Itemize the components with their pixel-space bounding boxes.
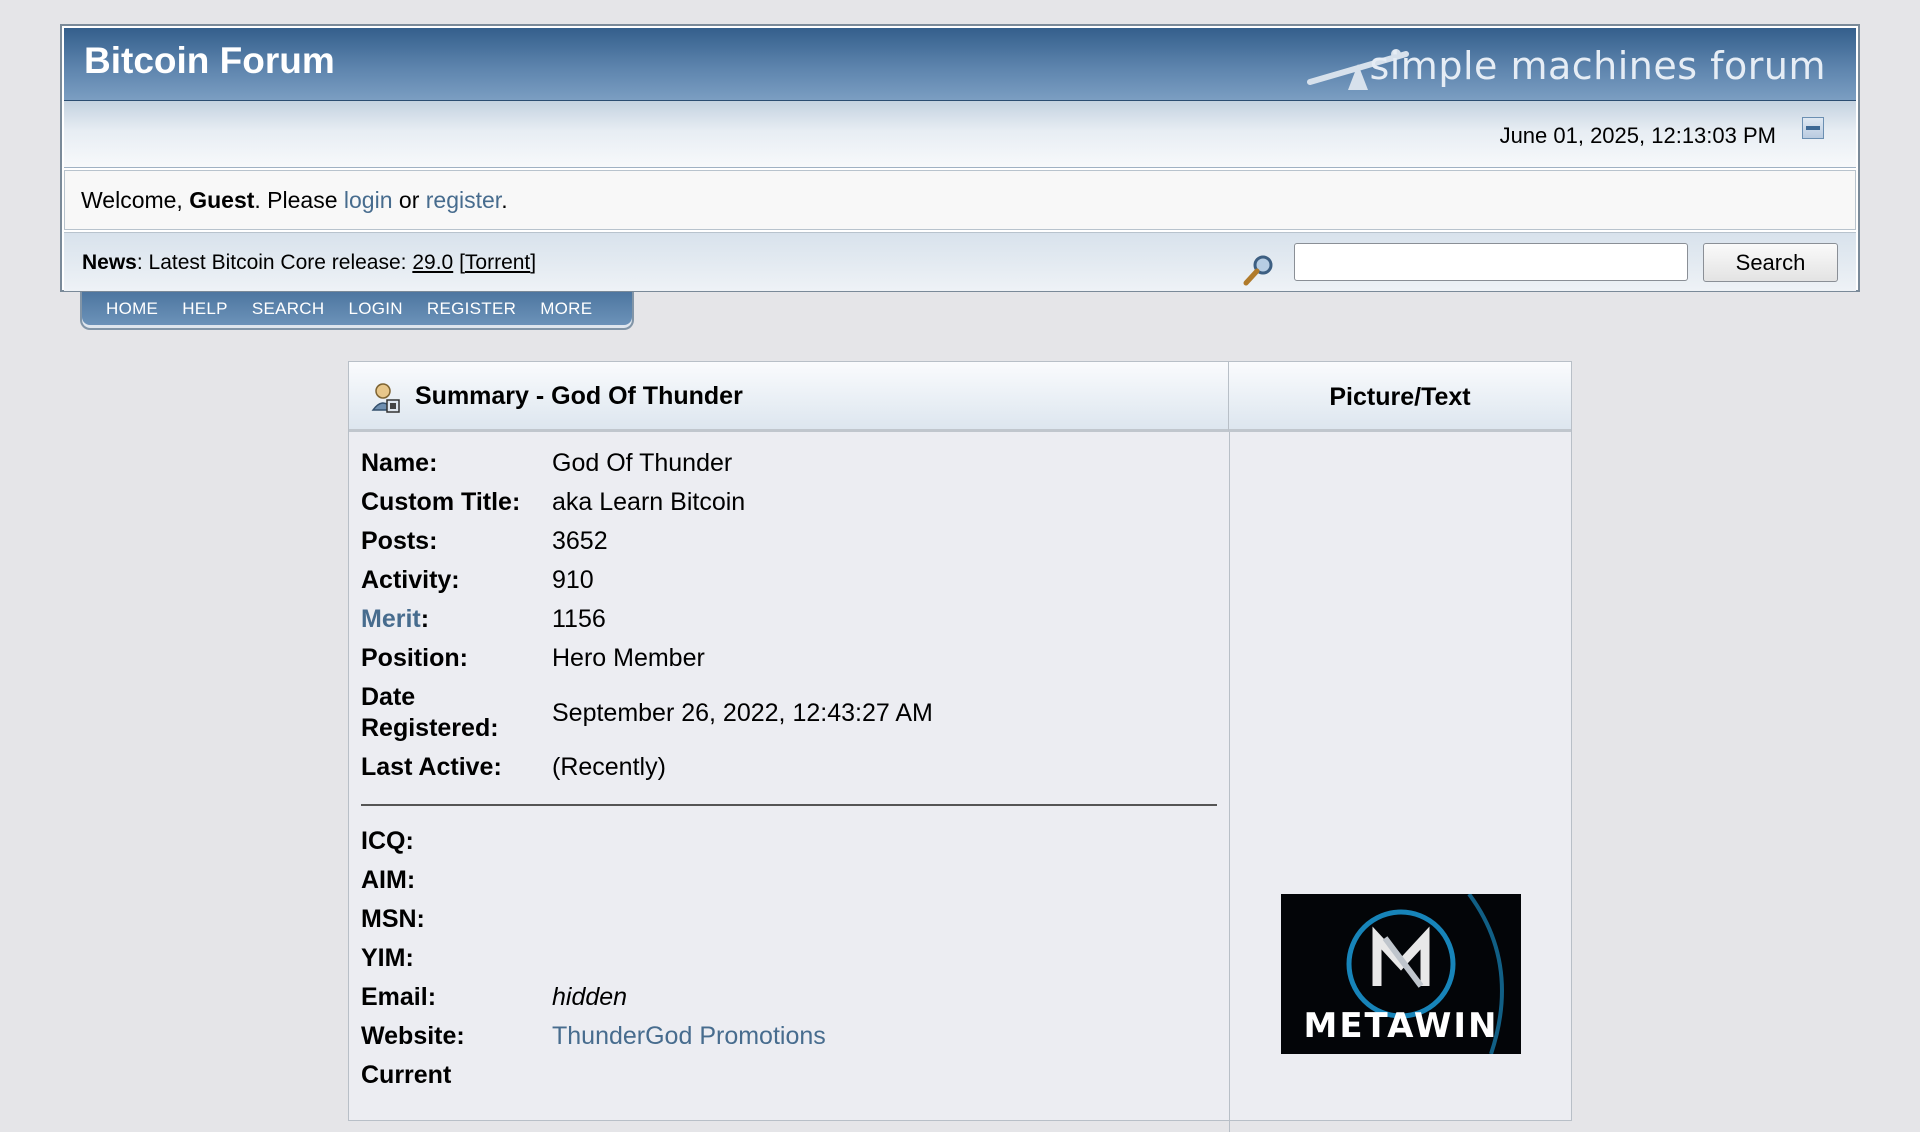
field-row-last-active: Last Active: (Recently) <box>361 748 1221 787</box>
menu-item-help[interactable]: HELP <box>182 292 228 326</box>
field-label: Website: <box>361 1022 465 1050</box>
profile-table: Summary - God Of Thunder Picture/Text Na… <box>348 361 1572 1132</box>
field-label: ICQ: <box>361 827 414 855</box>
field-value: (Recently) <box>552 753 666 781</box>
contact-fields: ICQ: AIM: MSN: YIM: Email: hidden Websit… <box>361 822 1221 1095</box>
magnifier-search-icon <box>1243 255 1273 286</box>
field-row-activity: Activity: 910 <box>361 561 1221 600</box>
field-label: Custom Title: <box>361 488 521 516</box>
field-row-website: Website: ThunderGod Promotions <box>361 1017 1221 1056</box>
welcome-prefix: Welcome, <box>81 187 190 213</box>
search-button[interactable]: Search <box>1703 243 1838 282</box>
user-profile-icon <box>371 383 400 413</box>
avatar: METAWIN <box>1281 894 1521 1054</box>
website-link[interactable]: ThunderGod Promotions <box>552 1022 826 1050</box>
menu-item-register[interactable]: REGISTER <box>427 292 516 326</box>
field-label: Current <box>361 1061 452 1089</box>
field-value: hidden <box>552 983 628 1011</box>
news-text: News: Latest Bitcoin Core release: 29.0 … <box>82 251 537 274</box>
field-label: MSN: <box>361 905 425 933</box>
menu-item-search[interactable]: SEARCH <box>252 292 325 326</box>
field-value: Hero Member <box>552 644 705 672</box>
field-label: Last Active: <box>361 753 502 781</box>
field-label: Merit: <box>361 605 430 633</box>
smf-logo[interactable]: simple machines forum <box>1306 38 1826 94</box>
collapse-header-icon[interactable] <box>1802 117 1824 139</box>
forum-header: Bitcoin Forum simple machines forum June… <box>60 24 1860 292</box>
field-label: Posts: <box>361 527 438 555</box>
field-row-position: Position: Hero Member <box>361 639 1221 678</box>
avatar-text: METAWIN <box>1303 1006 1499 1046</box>
field-value: 3652 <box>552 527 608 555</box>
forum-title[interactable]: Bitcoin Forum <box>84 40 335 82</box>
field-row-email: Email: hidden <box>361 978 1221 1017</box>
column-divider <box>1229 432 1230 1132</box>
field-value: September 26, 2022, 12:43:27 AM <box>552 698 933 727</box>
menu-item-more[interactable]: MORE <box>540 292 592 326</box>
guest-name: Guest <box>189 187 255 213</box>
menu-item-login[interactable]: LOGIN <box>348 292 402 326</box>
news-body: : Latest Bitcoin Core release: <box>136 251 413 274</box>
search-input[interactable] <box>1294 243 1688 281</box>
smf-logo-text: simple machines forum <box>1369 44 1826 88</box>
section-divider <box>361 804 1217 806</box>
field-row-aim: AIM: <box>361 861 1221 900</box>
release-version-link[interactable]: 29.0 <box>412 251 453 274</box>
field-row-icq: ICQ: <box>361 822 1221 861</box>
field-label: AIM: <box>361 866 416 894</box>
field-value: 910 <box>552 566 594 594</box>
field-row-posts: Posts: 3652 <box>361 522 1221 561</box>
profile-fields: Name: God Of Thunder Custom Title: aka L… <box>361 444 1221 787</box>
torrent-link[interactable]: Torrent <box>465 251 530 274</box>
login-link[interactable]: login <box>344 187 393 213</box>
summary-title: Summary - God Of Thunder <box>415 382 743 410</box>
field-label: Name: <box>361 449 438 477</box>
field-value: 1156 <box>552 605 606 633</box>
field-label: Position: <box>361 644 468 672</box>
title-bar: Bitcoin Forum simple machines forum <box>64 28 1856 101</box>
field-label: Date Registered: <box>361 683 499 742</box>
field-label: Email: <box>361 983 437 1011</box>
register-link[interactable]: register <box>426 187 501 213</box>
news-label: News <box>82 251 137 274</box>
field-label: YIM: <box>361 944 414 972</box>
news-bar: News: Latest Bitcoin Core release: 29.0 … <box>64 232 1856 291</box>
field-label: Activity: <box>361 566 460 594</box>
field-row-yim: YIM: <box>361 939 1221 978</box>
welcome-middle: . Please <box>254 187 344 213</box>
field-row-name: Name: God Of Thunder <box>361 444 1221 483</box>
welcome-or: or <box>392 187 426 213</box>
welcome-bar: Welcome, Guest. Please login or register… <box>64 170 1856 230</box>
merit-link[interactable]: Merit <box>361 605 421 633</box>
date-bar: June 01, 2025, 12:13:03 PM <box>64 101 1856 168</box>
menu-item-home[interactable]: HOME <box>106 292 158 326</box>
welcome-suffix: . <box>501 187 508 213</box>
field-row-date-registered: Date Registered: September 26, 2022, 12:… <box>361 678 1221 748</box>
field-value: God Of Thunder <box>552 449 733 477</box>
field-row-custom-title: Custom Title: aka Learn Bitcoin <box>361 483 1221 522</box>
summary-header: Summary - God Of Thunder <box>349 362 1229 432</box>
picture-text-header: Picture/Text <box>1229 362 1571 432</box>
field-value: aka Learn Bitcoin <box>552 488 746 516</box>
field-row-current: Current <box>361 1056 1221 1095</box>
field-row-merit: Merit: 1156 <box>361 600 1221 639</box>
field-row-msn: MSN: <box>361 900 1221 939</box>
main-menu: HOME HELP SEARCH LOGIN REGISTER MORE <box>80 292 634 330</box>
current-datetime: June 01, 2025, 12:13:03 PM <box>1499 123 1776 148</box>
